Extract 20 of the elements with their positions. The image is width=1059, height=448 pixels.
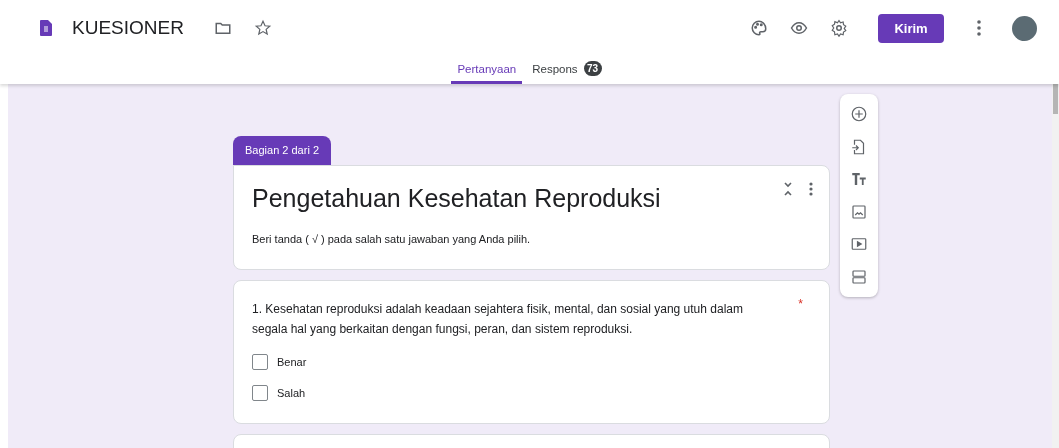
scrollbar-thumb[interactable] [1053, 84, 1058, 114]
required-mark: * [798, 297, 803, 311]
question-text: 1. Kesehatan reproduksi adalah keadaan sejahtera fisik, mental, dan sosial yang utuh dalam segala hal yang berkaitan dengan fungsi, peran, dan sistem reproduksi. [252, 301, 744, 338]
tab[interactable]: Respons 73 [526, 56, 608, 84]
image-icon[interactable] [850, 202, 868, 221]
add-question-icon[interactable] [850, 105, 868, 124]
option-label: Benar [277, 356, 307, 368]
form-title: KUESIONER [72, 17, 184, 39]
checkbox[interactable] [252, 354, 268, 370]
section-title: Pengetahuan Kesehatan Reproduksi [252, 184, 661, 213]
collapse-icon[interactable] [783, 182, 793, 196]
send-button[interactable]: Kirim [878, 13, 944, 43]
response-count-badge: 73 [583, 61, 602, 76]
avatar[interactable] [1012, 15, 1037, 41]
section-description: Beri tanda ( √ ) pada salah satu jawaban yang Anda pilih. [252, 233, 532, 245]
more-options-icon[interactable] [809, 182, 813, 196]
section-icon[interactable] [850, 267, 868, 286]
forms-logo-icon [40, 20, 52, 36]
option-label: Salah [277, 387, 306, 399]
checkbox[interactable] [252, 385, 268, 401]
